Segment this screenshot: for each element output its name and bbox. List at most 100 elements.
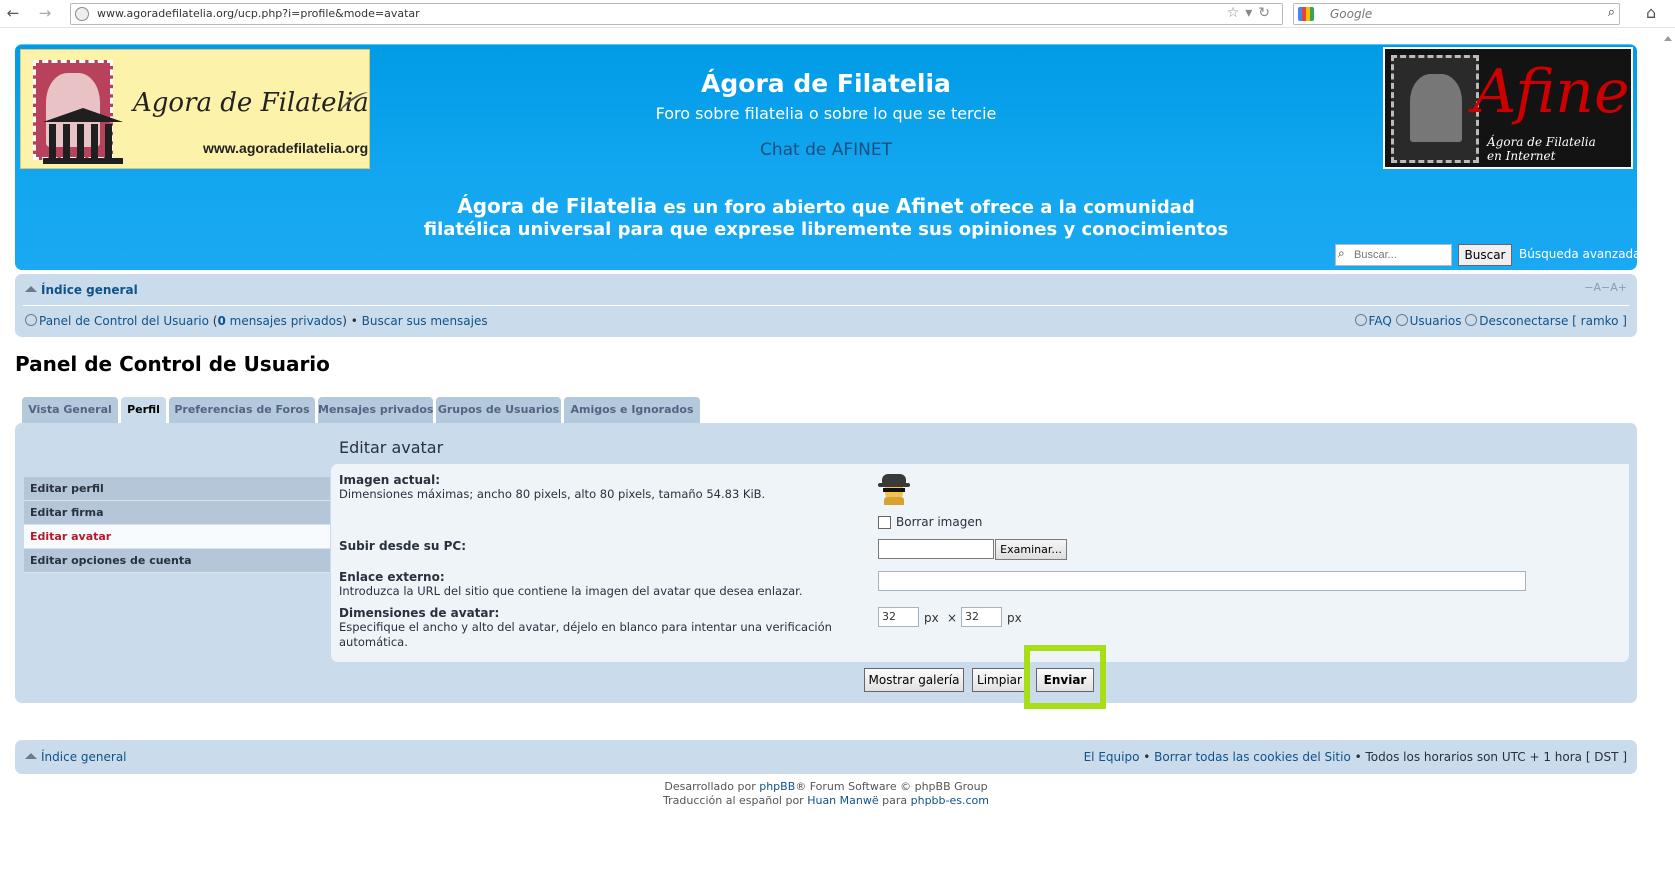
show-gallery-button[interactable]: Mostrar galería bbox=[864, 668, 964, 692]
pm-link[interactable]: 0 mensajes privados bbox=[217, 314, 342, 328]
avatar-width-input[interactable]: 32 bbox=[878, 607, 919, 627]
reset-button[interactable]: Limpiar bbox=[972, 668, 1027, 692]
search-own-posts-link[interactable]: Buscar sus mensajes bbox=[362, 314, 488, 328]
breadcrumb: Índice general bbox=[25, 283, 138, 297]
google-icon[interactable] bbox=[1298, 7, 1314, 21]
home-icon bbox=[25, 753, 37, 759]
pm-text[interactable]: mensajes privados bbox=[226, 314, 343, 328]
navbar-divider bbox=[23, 305, 1629, 306]
translator-link[interactable]: Huan Manwë bbox=[807, 794, 878, 807]
submenu-edit-avatar[interactable]: Editar avatar bbox=[24, 525, 330, 549]
page-title: Panel de Control de Usuario bbox=[15, 352, 330, 376]
user-icon bbox=[25, 314, 37, 326]
forum-search-input[interactable] bbox=[1335, 244, 1452, 266]
bullet-separator: • bbox=[1139, 750, 1155, 764]
translation-text-2: para bbox=[878, 794, 911, 807]
advanced-search-link[interactable]: Búsqueda avanzada bbox=[1519, 247, 1641, 261]
remote-url-input[interactable] bbox=[878, 571, 1526, 591]
afinet-logo[interactable]: Afinet Ágora de Filateliaen Internet bbox=[1383, 47, 1633, 169]
submenu-edit-profile[interactable]: Editar perfil bbox=[24, 477, 330, 501]
current-avatar-image bbox=[878, 473, 910, 505]
translation-text: Traducción al español por bbox=[663, 794, 808, 807]
current-avatar-explain: Dimensiones máximas; ancho 80 pixels, al… bbox=[339, 487, 766, 501]
tagline-text-2: ofrece a la comunidad bbox=[963, 197, 1195, 218]
footer-index-link[interactable]: Índice general bbox=[41, 750, 127, 764]
avatar-height-input[interactable]: 32 bbox=[961, 607, 1002, 627]
user-links: Panel de Control del Usuario (0 mensajes… bbox=[25, 314, 488, 328]
phpbb-link[interactable]: phpBB bbox=[759, 780, 795, 793]
page-scrollbar[interactable] bbox=[1660, 30, 1675, 879]
profile-submenu: Editar perfil Editar firma Editar avatar… bbox=[24, 477, 330, 573]
site-header: Agora de Filatelia www.agoradefilatelia.… bbox=[15, 44, 1641, 270]
submenu-edit-signature[interactable]: Editar firma bbox=[24, 501, 330, 525]
browse-button[interactable]: Examinar... bbox=[995, 539, 1067, 560]
tab-friends-foes[interactable]: Amigos e Ignorados bbox=[564, 397, 700, 423]
delete-avatar-checkbox[interactable] bbox=[878, 516, 891, 529]
browser-toolbar: ← → www.agoradefilatelia.org/ucp.php?i=p… bbox=[0, 0, 1675, 28]
bullet-separator: • bbox=[346, 314, 362, 328]
tagline-line-2: filatélica universal para que exprese li… bbox=[423, 219, 1229, 240]
tagline-text-1: es un foro abierto que bbox=[657, 197, 896, 218]
address-text: www.agoradefilatelia.org/ucp.php?i=profi… bbox=[97, 7, 420, 20]
site-identity-icon[interactable] bbox=[75, 7, 89, 21]
pm-count[interactable]: 0 bbox=[217, 314, 225, 328]
upload-file-field[interactable] bbox=[878, 539, 994, 559]
tab-overview[interactable]: Vista General bbox=[22, 397, 118, 423]
delete-avatar-label[interactable]: Borrar imagen bbox=[896, 515, 982, 529]
username-link[interactable]: [ ramko ] bbox=[1572, 314, 1627, 328]
bookmark-star-icon[interactable]: ☆▾↻ bbox=[1227, 5, 1276, 21]
members-icon bbox=[1395, 314, 1408, 326]
powered-by-text-2: ® Forum Software © phpBB Group bbox=[795, 780, 988, 793]
width-unit: px bbox=[924, 611, 939, 625]
submit-highlight-box bbox=[1024, 645, 1106, 709]
breadcrumb-index-link[interactable]: Índice general bbox=[41, 283, 138, 297]
home-icon[interactable]: ⌂ bbox=[1646, 3, 1656, 22]
panel-heading: Editar avatar bbox=[339, 438, 444, 457]
delete-cookies-link[interactable]: Borrar todas las cookies del Sitio bbox=[1154, 750, 1351, 764]
upload-label: Subir desde su PC: bbox=[339, 539, 467, 553]
home-icon bbox=[25, 286, 37, 292]
times-sign: × bbox=[947, 611, 958, 625]
site-tagline: Ágora de Filatelia es un foro abierto qu… bbox=[15, 195, 1637, 241]
font-resize-control[interactable]: −A−A+ bbox=[1584, 281, 1627, 294]
logout-link[interactable]: Desconectarse bbox=[1479, 314, 1568, 328]
ucp-panel: Editar avatar Editar perfil Editar firma… bbox=[15, 423, 1637, 703]
tab-private-messages[interactable]: Mensajes privados bbox=[318, 397, 433, 423]
dimensions-explain-line-2: automática. bbox=[339, 635, 408, 649]
tab-board-preferences[interactable]: Preferencias de Foros bbox=[169, 397, 315, 423]
dimensions-explain-line-1: Especifique el ancho y alto del avatar, … bbox=[339, 620, 832, 634]
afinet-logo-word: Afinet bbox=[1473, 57, 1631, 127]
faq-link[interactable]: FAQ bbox=[1369, 314, 1392, 328]
current-avatar-label: Imagen actual: bbox=[339, 473, 441, 487]
chat-link-text[interactable]: Chat de AFINET bbox=[760, 140, 892, 160]
remote-link-explain: Introduzca la URL del sitio que contiene… bbox=[339, 584, 803, 598]
dimensions-label: Dimensiones de avatar: bbox=[339, 606, 500, 620]
address-bar[interactable]: www.agoradefilatelia.org/ucp.php?i=profi… bbox=[70, 3, 1283, 25]
members-link[interactable]: Usuarios bbox=[1410, 314, 1462, 328]
search-icon[interactable]: ⌕ bbox=[1608, 5, 1615, 20]
browser-search-box[interactable]: Google ⌕ bbox=[1293, 3, 1620, 25]
tab-usergroups[interactable]: Grupos de Usuarios bbox=[436, 397, 561, 423]
ucp-link[interactable]: Panel de Control del Usuario bbox=[39, 314, 209, 328]
height-unit: px bbox=[1007, 611, 1022, 625]
afinet-sub-2: en Internet bbox=[1487, 149, 1556, 163]
footer-links: El Equipo • Borrar todas las cookies del… bbox=[1084, 750, 1627, 764]
faq-icon bbox=[1354, 314, 1367, 326]
tab-profile[interactable]: Perfil bbox=[121, 397, 166, 425]
forward-icon[interactable]: → bbox=[36, 4, 54, 22]
browser-search-placeholder: Google bbox=[1330, 7, 1373, 21]
back-icon[interactable]: ← bbox=[4, 4, 22, 22]
tagline-afinet: Afinet bbox=[895, 194, 964, 218]
submenu-edit-account-options[interactable]: Editar opciones de cuenta bbox=[24, 549, 330, 573]
search-icon: ⌕ bbox=[1338, 246, 1345, 260]
phpbb-es-link[interactable]: phpbb-es.com bbox=[911, 794, 989, 807]
powered-by-text: Desarrollado por bbox=[664, 780, 760, 793]
tagline-site-name: Ágora de Filatelia bbox=[457, 194, 658, 218]
forum-search-button[interactable]: Buscar bbox=[1458, 244, 1512, 266]
afinet-sub-1: Ágora de Filatelia bbox=[1487, 135, 1596, 149]
copyright: Desarrollado por phpBB® Forum Software ©… bbox=[0, 780, 1652, 808]
logout-icon bbox=[1465, 314, 1478, 326]
team-link[interactable]: El Equipo bbox=[1084, 750, 1140, 764]
navbar-right-links: FAQ Usuarios Desconectarse [ ramko ] bbox=[1354, 314, 1627, 328]
footer-breadcrumb: Índice general bbox=[25, 750, 127, 764]
